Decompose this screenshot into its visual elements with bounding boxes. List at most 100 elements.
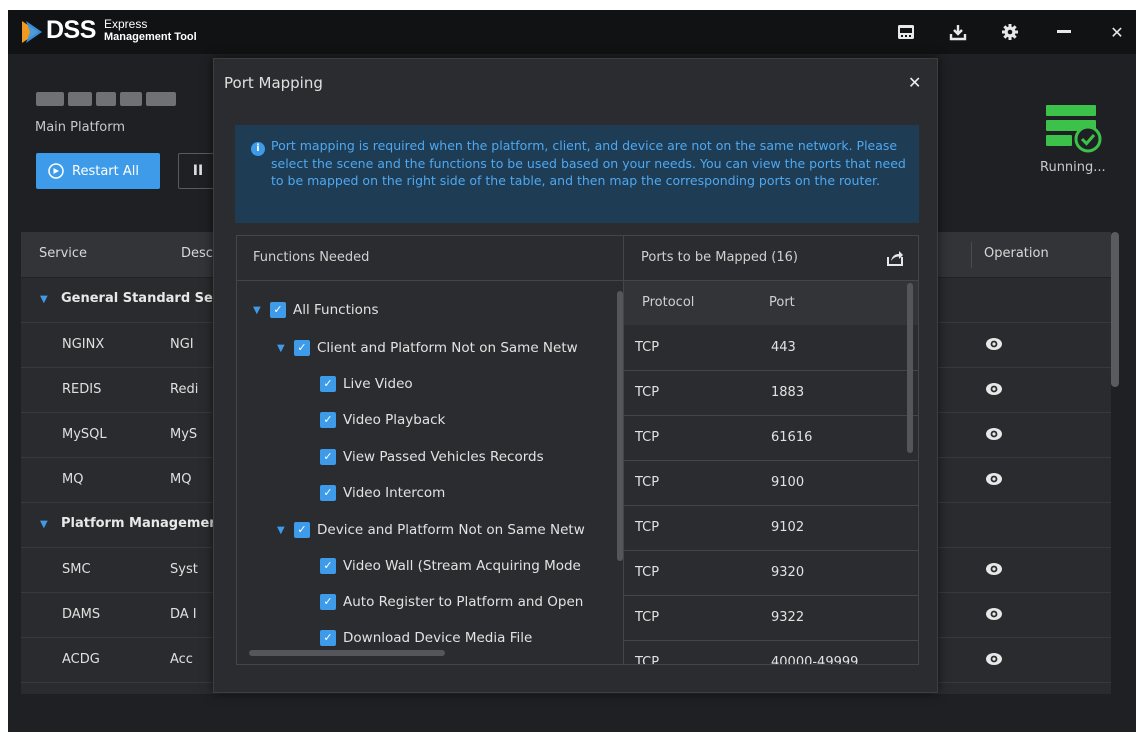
- ports-header-label: Ports to be Mapped (16): [641, 250, 798, 265]
- service-name: ACDG: [62, 652, 100, 667]
- minimize-icon[interactable]: [1052, 20, 1076, 44]
- checkbox-checked-icon[interactable]: ✓: [320, 630, 336, 646]
- logo-subtitle-2: Management Tool: [104, 31, 197, 43]
- service-name: NGINX: [62, 337, 105, 352]
- port-protocol: TCP: [635, 610, 660, 625]
- service-desc: Acc: [170, 652, 193, 667]
- view-eye-icon[interactable]: [985, 607, 1003, 621]
- tree-expand-arrow-icon[interactable]: ▼: [277, 525, 287, 536]
- title-bar: DSS Express Management Tool ✕: [8, 10, 1136, 54]
- checkbox-checked-icon[interactable]: ✓: [320, 594, 336, 610]
- port-number: 9100: [771, 475, 805, 490]
- tree-node-client-platform[interactable]: ▼ ✓ Client and Platform Not on Same Netw: [277, 340, 578, 356]
- tree-node-label: Live Video: [343, 376, 413, 392]
- license-icon[interactable]: [894, 20, 918, 44]
- tree-node-video-wall[interactable]: ✓ Video Wall (Stream Acquiring Mode: [320, 558, 581, 574]
- platform-name-redacted: [36, 92, 176, 108]
- pause-all-button[interactable]: II: [178, 153, 218, 189]
- view-eye-icon[interactable]: [985, 472, 1003, 486]
- tree-node-label: Download Device Media File: [343, 630, 533, 646]
- tree-node-passed-vehicles[interactable]: ✓ View Passed Vehicles Records: [320, 449, 544, 465]
- export-icon[interactable]: [886, 249, 904, 267]
- port-row: TCP 1883: [624, 371, 918, 416]
- server-running-icon: [1046, 105, 1102, 153]
- tree-node-label: Client and Platform Not on Same Netw: [317, 340, 578, 356]
- service-desc: DA I: [170, 607, 197, 622]
- tree-node-device-platform[interactable]: ▼ ✓ Device and Platform Not on Same Netw: [277, 522, 585, 538]
- tree-node-live-video[interactable]: ✓ Live Video: [320, 376, 413, 392]
- checkbox-checked-icon[interactable]: ✓: [320, 412, 336, 428]
- port-protocol: TCP: [635, 655, 660, 665]
- view-eye-icon[interactable]: [985, 427, 1003, 441]
- service-desc: Syst: [170, 562, 198, 577]
- service-name: SMC: [62, 562, 91, 577]
- tree-node-video-playback[interactable]: ✓ Video Playback: [320, 412, 445, 428]
- service-desc: MQ: [170, 472, 192, 487]
- main-platform-label: Main Platform: [35, 120, 125, 135]
- view-eye-icon[interactable]: [985, 382, 1003, 396]
- port-protocol: TCP: [635, 340, 660, 355]
- port-row: TCP 9322: [624, 596, 918, 641]
- functions-header-label: Functions Needed: [253, 250, 370, 265]
- functions-panel: Functions Needed ▼ ✓ All Functions ▼ ✓ C…: [236, 235, 624, 665]
- checkbox-checked-icon[interactable]: ✓: [320, 485, 336, 501]
- checkbox-checked-icon[interactable]: ✓: [320, 449, 336, 465]
- restart-icon: [48, 163, 64, 179]
- tree-node-label: View Passed Vehicles Records: [343, 449, 544, 465]
- functions-horizontal-scrollbar[interactable]: [249, 650, 445, 656]
- port-mapping-dialog: Port Mapping ✕ i Port mapping is require…: [213, 58, 938, 693]
- expand-arrow-icon[interactable]: ▼: [40, 294, 48, 305]
- logo-subtitle-1: Express: [104, 17, 148, 31]
- tree-node-auto-register[interactable]: ✓ Auto Register to Platform and Open: [320, 594, 583, 610]
- port-number: 1883: [771, 385, 805, 400]
- col-header-description[interactable]: Desc: [181, 246, 213, 261]
- dialog-title: Port Mapping: [224, 74, 323, 92]
- settings-gear-icon[interactable]: [998, 20, 1022, 44]
- view-eye-icon[interactable]: [985, 337, 1003, 351]
- service-name: REDIS: [62, 382, 102, 397]
- ports-column-header: Protocol Port: [624, 281, 918, 326]
- restart-all-button[interactable]: Restart All: [36, 153, 160, 189]
- close-icon[interactable]: ✕: [1105, 20, 1129, 44]
- port-number: 9102: [771, 520, 805, 535]
- tree-node-video-intercom[interactable]: ✓ Video Intercom: [320, 485, 445, 501]
- logo-text: DSS: [46, 16, 96, 44]
- app-window: DSS Express Management Tool ✕ Main Platf…: [8, 10, 1136, 732]
- dialog-close-icon[interactable]: ✕: [908, 73, 921, 92]
- service-table-scrollbar[interactable]: [1111, 232, 1119, 387]
- port-protocol: TCP: [635, 475, 660, 490]
- checkbox-checked-icon[interactable]: ✓: [294, 522, 310, 538]
- tree-node-all-functions[interactable]: ▼ ✓ All Functions: [253, 302, 378, 318]
- tree-expand-arrow-icon[interactable]: ▼: [277, 343, 287, 354]
- port-row: TCP 9320: [624, 551, 918, 596]
- checkbox-checked-icon[interactable]: ✓: [320, 376, 336, 392]
- view-eye-icon[interactable]: [985, 652, 1003, 666]
- info-banner: i Port mapping is required when the plat…: [235, 125, 919, 223]
- port-number: 40000-49999: [771, 655, 859, 665]
- port-number: 9320: [771, 565, 805, 580]
- col-header-protocol[interactable]: Protocol: [642, 295, 694, 310]
- port-row: TCP 40000-49999: [624, 641, 918, 665]
- service-name: MySQL: [62, 427, 107, 442]
- service-desc: Redi: [170, 382, 199, 397]
- port-row: TCP 9102: [624, 506, 918, 551]
- ports-header: Ports to be Mapped (16): [624, 236, 918, 281]
- col-header-operation[interactable]: Operation: [984, 246, 1049, 261]
- checkbox-checked-icon[interactable]: ✓: [294, 340, 310, 356]
- col-header-service[interactable]: Service: [39, 246, 87, 261]
- running-status-label: Running...: [1040, 160, 1106, 175]
- checkbox-checked-icon[interactable]: ✓: [320, 558, 336, 574]
- functions-header: Functions Needed: [237, 236, 623, 281]
- ports-panel: Ports to be Mapped (16) Protocol Port TC…: [623, 235, 919, 665]
- port-number: 9322: [771, 610, 805, 625]
- tree-node-download-media[interactable]: ✓ Download Device Media File: [320, 630, 532, 646]
- expand-arrow-icon[interactable]: ▼: [40, 519, 48, 530]
- info-icon: i: [251, 142, 265, 156]
- tree-expand-arrow-icon[interactable]: ▼: [253, 305, 263, 316]
- checkbox-checked-icon[interactable]: ✓: [270, 302, 286, 318]
- col-header-port[interactable]: Port: [769, 295, 795, 310]
- ports-vertical-scrollbar[interactable]: [907, 283, 913, 453]
- download-icon[interactable]: [946, 20, 970, 44]
- view-eye-icon[interactable]: [985, 562, 1003, 576]
- service-desc: NGI: [170, 337, 194, 352]
